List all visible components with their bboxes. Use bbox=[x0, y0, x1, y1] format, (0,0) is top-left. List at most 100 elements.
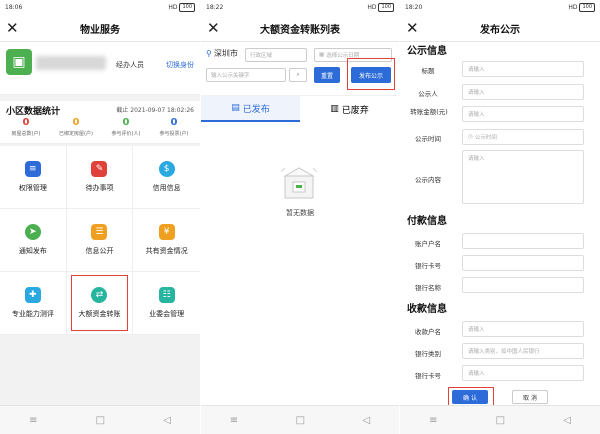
status-time: 18:06 bbox=[5, 4, 23, 11]
highlight-box bbox=[347, 58, 395, 90]
system-nav-bar: ≡ □ ◁ bbox=[201, 405, 399, 434]
status-bar: 18:06 HD 100 bbox=[0, 0, 200, 15]
field-label-bank-type: 银行类别 bbox=[415, 350, 441, 358]
switch-identity-link[interactable]: 切换身份 bbox=[166, 60, 194, 70]
stat-vote: 0 参与投票(户) bbox=[159, 117, 189, 137]
payee-name-input[interactable]: 请输入 bbox=[462, 321, 584, 337]
location-pin-icon: ⚲ bbox=[206, 49, 212, 58]
title-bar: ✕ 发布公示 bbox=[400, 15, 600, 42]
status-bar: 18:20 HD 100 bbox=[400, 0, 600, 15]
search-icon[interactable]: ⌕ bbox=[289, 68, 307, 82]
page-title: 物业服务 bbox=[80, 24, 120, 36]
title-bar: ✕ 物业服务 bbox=[0, 15, 200, 42]
grid-item-info-public[interactable]: ☰ 信息公开 bbox=[66, 209, 134, 272]
evaluation-icon: ✚ bbox=[24, 287, 41, 303]
trash-icon: ▥ bbox=[330, 104, 339, 114]
stats-date: 截止 2021-09-07 18:02:26 bbox=[116, 107, 194, 114]
fund-icon: ¥ bbox=[158, 224, 175, 240]
menu-icon[interactable]: ≡ bbox=[230, 415, 238, 426]
phone-transfer-list: 18:22 HD 100 ✕ 大额资金转账列表 ⚲ 深圳市 行政区域 ▦ 选择公… bbox=[201, 0, 399, 434]
empty-text: 暂无数据 bbox=[286, 209, 314, 217]
content-textarea[interactable]: 请输入 bbox=[462, 150, 584, 204]
status-bar: 18:22 HD 100 bbox=[201, 0, 399, 15]
grid-item-permission[interactable]: ≡ 权限管理 bbox=[0, 146, 67, 209]
field-label-amount: 转账金额(元) bbox=[410, 108, 448, 116]
grid-item-todo[interactable]: ✎ 待办事项 bbox=[66, 146, 134, 209]
send-icon: ➤ bbox=[24, 224, 41, 240]
field-label-payer-bank: 银行名称 bbox=[415, 284, 441, 292]
back-icon[interactable]: ◁ bbox=[563, 415, 571, 426]
publisher-input[interactable]: 请输入 bbox=[462, 84, 584, 100]
title-input[interactable]: 请输入 bbox=[462, 61, 584, 77]
tab-published[interactable]: ▤ 已发布 bbox=[201, 96, 300, 122]
stats-title: 小区数据统计 bbox=[6, 107, 61, 117]
home-icon[interactable]: □ bbox=[496, 415, 505, 426]
grid-item-fund[interactable]: ¥ 共有资金情况 bbox=[133, 209, 200, 272]
role-label: 经办人员 bbox=[116, 61, 144, 69]
city-selector[interactable]: ⚲ 深圳市 bbox=[206, 48, 238, 59]
credit-icon: $ bbox=[158, 161, 175, 177]
home-icon[interactable]: □ bbox=[96, 415, 105, 426]
network-hd-label: HD bbox=[568, 4, 578, 11]
system-nav-bar: ≡ □ ◁ bbox=[400, 405, 600, 434]
amount-input[interactable]: 请输入 bbox=[462, 106, 584, 122]
tab-discarded[interactable]: ▥ 已废弃 bbox=[300, 96, 399, 122]
back-icon[interactable]: ◁ bbox=[163, 415, 171, 426]
status-tabs: ▤ 已发布 ▥ 已废弃 bbox=[201, 96, 399, 123]
payer-bank-input[interactable] bbox=[462, 277, 584, 293]
field-label-time: 公示时间 bbox=[415, 135, 441, 143]
bank-type-input[interactable]: 请输入类别，如中国人民银行 bbox=[462, 343, 584, 359]
stat-house-bound: 0 已绑定房屋(户) bbox=[59, 117, 93, 137]
close-icon[interactable]: ✕ bbox=[207, 18, 220, 38]
reset-button[interactable]: 重置 bbox=[314, 67, 340, 83]
avatar: ▣ bbox=[6, 49, 32, 75]
phone-property-service: 18:06 HD 100 ✕ 物业服务 ▣ 经办人员 切换身份 小区数据统计 截… bbox=[0, 0, 200, 434]
grid-item-notice[interactable]: ➤ 通知发布 bbox=[0, 209, 67, 272]
field-label-payee-name: 收款户名 bbox=[415, 328, 441, 336]
payer-card-input[interactable] bbox=[462, 255, 584, 271]
notice-time-picker[interactable]: ◷ 公示时间 bbox=[462, 129, 584, 145]
field-label-payer-name: 账户户名 bbox=[415, 240, 441, 248]
status-time: 18:20 bbox=[405, 4, 423, 11]
payee-card-input[interactable]: 请输入 bbox=[462, 365, 584, 381]
community-stats: 小区数据统计 截止 2021-09-07 18:02:26 0 房屋总数(户) … bbox=[0, 101, 200, 144]
phone-publish-notice: 18:20 HD 100 ✕ 发布公示 公示信息 标题 请输入 公示人 请输入 … bbox=[400, 0, 600, 434]
section-payer-info: 付款信息 bbox=[407, 216, 447, 227]
system-nav-bar: ≡ □ ◁ bbox=[0, 405, 200, 434]
search-input[interactable]: 输入公示关键字 bbox=[206, 68, 286, 82]
todo-list-icon: ✎ bbox=[91, 161, 108, 177]
home-icon[interactable]: □ bbox=[296, 415, 305, 426]
status-time: 18:22 bbox=[206, 4, 224, 11]
field-label-title: 标题 bbox=[421, 67, 435, 75]
clock-icon: ◷ bbox=[468, 134, 473, 140]
committee-icon: ☷ bbox=[158, 287, 175, 303]
grid-item-evaluation[interactable]: ✚ 专业能力测评 bbox=[0, 272, 67, 335]
grid-item-large-transfer[interactable]: ⇄ 大额资金转账 bbox=[66, 272, 134, 335]
section-payee-info: 收款信息 bbox=[407, 304, 447, 315]
field-label-content: 公示内容 bbox=[415, 176, 441, 184]
field-label-payer-card: 银行卡号 bbox=[415, 262, 441, 270]
menu-icon[interactable]: ≡ bbox=[29, 415, 37, 426]
field-label-publisher: 公示人 bbox=[418, 90, 438, 98]
page-title: 发布公示 bbox=[480, 24, 520, 36]
network-hd-label: HD bbox=[367, 4, 377, 11]
battery-icon: 100 bbox=[579, 3, 595, 12]
publish-form: 公示信息 标题 请输入 公示人 请输入 转账金额(元) 请输入 公示时间 ◷ 公… bbox=[400, 42, 600, 408]
battery-icon: 100 bbox=[179, 3, 195, 12]
stat-evaluation: 0 参与评价(人) bbox=[111, 117, 141, 137]
feature-grid: ≡ 权限管理 ✎ 待办事项 $ 信用信息 ➤ 通知发布 ☰ 信息公开 ¥ 共有资… bbox=[0, 146, 200, 335]
title-bar: ✕ 大额资金转账列表 bbox=[201, 15, 399, 42]
empty-state: 暂无数据 bbox=[201, 122, 399, 406]
menu-icon[interactable]: ≡ bbox=[429, 415, 437, 426]
payer-name-input[interactable] bbox=[462, 233, 584, 249]
profile-card: ▣ 经办人员 切换身份 bbox=[0, 42, 200, 95]
close-icon[interactable]: ✕ bbox=[6, 18, 19, 38]
field-label-payee-card: 银行卡号 bbox=[415, 372, 441, 380]
close-icon[interactable]: ✕ bbox=[406, 18, 419, 38]
section-notice-info: 公示信息 bbox=[407, 46, 447, 57]
back-icon[interactable]: ◁ bbox=[363, 415, 371, 426]
grid-item-committee[interactable]: ☷ 业委会管理 bbox=[133, 272, 200, 335]
grid-item-credit[interactable]: $ 信用信息 bbox=[133, 146, 200, 209]
district-select[interactable]: 行政区域 bbox=[245, 48, 307, 62]
cancel-button[interactable]: 取 消 bbox=[512, 390, 548, 404]
